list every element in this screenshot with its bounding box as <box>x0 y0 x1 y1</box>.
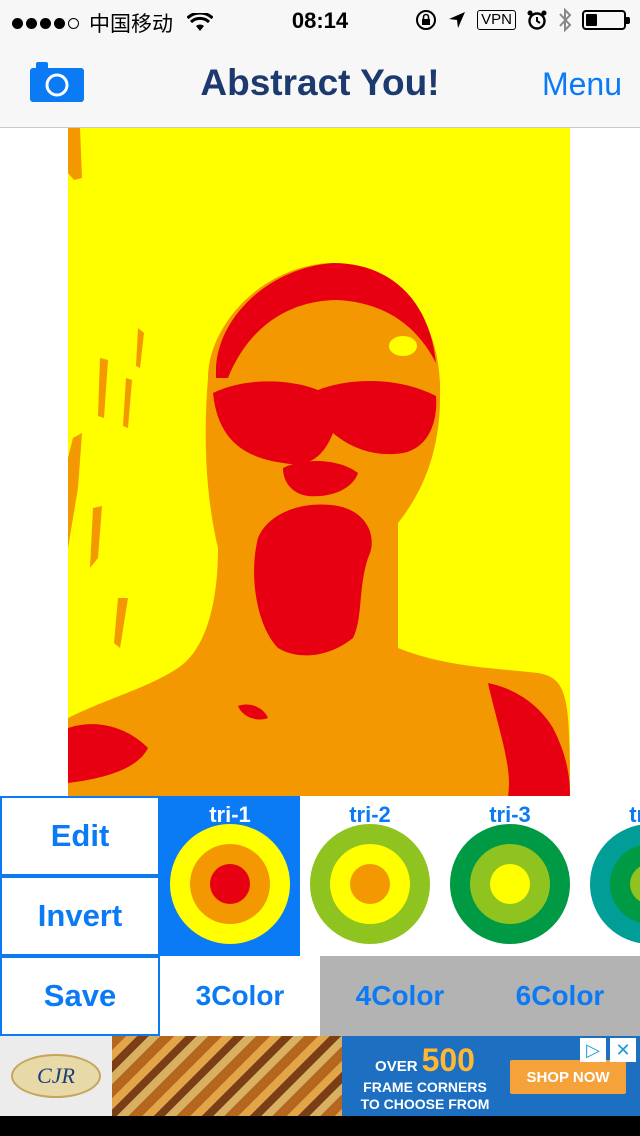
battery-level <box>586 14 597 26</box>
shop-now-button[interactable]: SHOP NOW <box>510 1060 626 1094</box>
color-count-tabs: 3Color 4Color 6Color <box>160 956 640 1036</box>
palette-ring-icon <box>310 824 430 944</box>
palette-ring-icon <box>450 824 570 944</box>
palette-ring-inner <box>350 864 390 904</box>
palette-swatch[interactable]: tri-1 <box>160 796 300 956</box>
menu-button[interactable]: Menu <box>542 66 622 103</box>
palette-strip[interactable]: tri-1 tri-2 tri-3 tri-4 <box>160 796 640 956</box>
bottom-bar <box>0 1116 640 1136</box>
palette-ring-icon <box>170 824 290 944</box>
palette-ring-inner <box>630 864 640 904</box>
tab-6color[interactable]: 6Color <box>480 956 640 1036</box>
ad-line-2: TO CHOOSE FROM <box>360 1096 490 1112</box>
ad-logo-text: CJR <box>11 1054 101 1098</box>
abstract-photo <box>68 128 570 796</box>
adchoices-icon[interactable]: ▷ <box>580 1038 606 1062</box>
ad-headline: OVER 500 FRAME CORNERS TO CHOOSE FROM <box>350 1042 500 1113</box>
palette-ring-mid <box>470 844 550 924</box>
palette-ring-icon <box>590 824 640 944</box>
palette-swatch[interactable]: tri-4 <box>580 796 640 956</box>
close-icon[interactable]: ✕ <box>610 1038 636 1062</box>
edit-button[interactable]: Edit <box>0 796 160 876</box>
tab-4color[interactable]: 4Color <box>320 956 480 1036</box>
vpn-badge: VPN <box>477 10 516 30</box>
palette-ring-mid <box>610 844 640 924</box>
ad-logo: CJR <box>0 1036 112 1116</box>
palette-swatch[interactable]: tri-3 <box>440 796 580 956</box>
palette-ring-mid <box>190 844 270 924</box>
ad-over: OVER <box>375 1058 418 1075</box>
ad-number: 500 <box>421 1042 475 1078</box>
palette-swatch[interactable]: tri-2 <box>300 796 440 956</box>
palette-ring-mid <box>330 844 410 924</box>
battery-icon <box>582 10 630 30</box>
status-bar: 中国移动 08:14 VPN <box>0 0 640 40</box>
rotation-lock-icon <box>416 10 437 30</box>
palette-ring-inner <box>490 864 530 904</box>
palette-ring-inner <box>210 864 250 904</box>
palette-label: tri-4 <box>629 802 640 827</box>
save-button[interactable]: Save <box>0 956 160 1036</box>
navigation-bar: Abstract You! Menu <box>0 40 640 128</box>
invert-button[interactable]: Invert <box>0 876 160 956</box>
ad-banner[interactable]: CJR OVER 500 FRAME CORNERS TO CHOOSE FROM… <box>0 1036 640 1116</box>
ad-controls: ▷ ✕ <box>580 1038 636 1062</box>
posterized-portrait <box>68 128 570 796</box>
status-right: VPN <box>415 8 630 32</box>
tab-3color[interactable]: 3Color <box>160 956 320 1036</box>
ad-frames-image <box>112 1036 342 1116</box>
alarm-icon <box>527 10 547 30</box>
ad-line-1: FRAME CORNERS <box>363 1079 487 1095</box>
location-icon <box>449 12 466 28</box>
bluetooth-icon <box>559 8 572 32</box>
